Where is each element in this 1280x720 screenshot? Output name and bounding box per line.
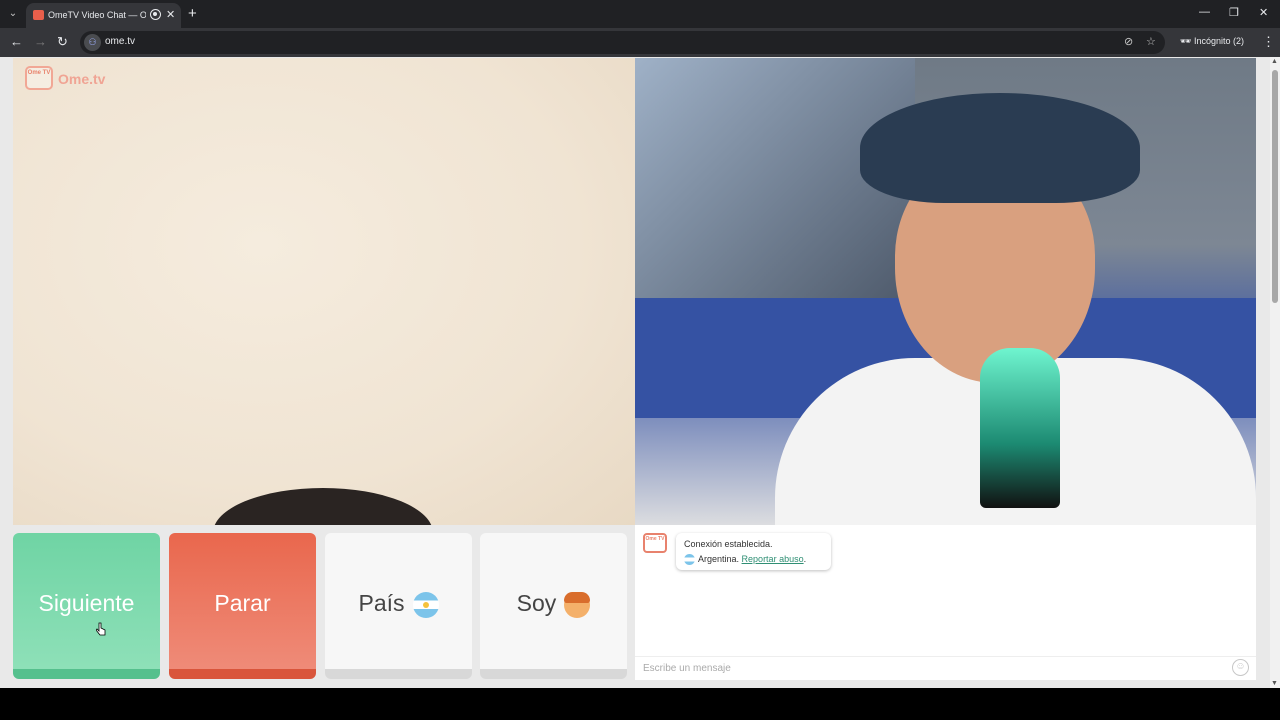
next-button[interactable]: Siguiente bbox=[13, 533, 160, 679]
stranger-video: Ome TV Ome.tv bbox=[13, 58, 635, 525]
country-button[interactable]: País bbox=[325, 533, 472, 679]
country-button-label: País bbox=[358, 590, 405, 616]
next-button-label: Siguiente bbox=[38, 590, 135, 616]
argentina-mini-flag-icon bbox=[684, 554, 695, 566]
tab-ometv[interactable]: OmeTV Video Chat — Ome ✕ bbox=[26, 3, 181, 28]
stop-button-label: Parar bbox=[214, 590, 271, 616]
scroll-up-icon[interactable]: ▲ bbox=[1271, 58, 1278, 65]
ometv-logo-text: Ome.tv bbox=[58, 71, 106, 87]
boy-face-icon bbox=[564, 591, 591, 618]
own-webcam-video bbox=[635, 58, 1256, 525]
eye-off-icon[interactable]: ⊘ bbox=[1124, 35, 1133, 48]
forward-arrow-icon[interactable]: → bbox=[34, 34, 47, 49]
headphones-cap-visual bbox=[860, 93, 1140, 203]
new-tab-button[interactable]: + bbox=[188, 5, 197, 22]
partner-country-line: Argentina. Reportar abuso. bbox=[684, 554, 807, 566]
microphone-visual bbox=[980, 348, 1060, 508]
incognito-label: Incógnito (2) bbox=[1193, 36, 1244, 46]
ometv-favicon-icon bbox=[33, 10, 44, 20]
gender-button-label: Soy bbox=[516, 590, 557, 616]
browser-toolbar: ← → ↻ ⚇ ome.tv ⊘ ☆ 🕶 Incógnito (2) ⋮ bbox=[0, 28, 1280, 57]
browser-menu-icon[interactable]: ⋮ bbox=[1262, 34, 1275, 50]
reload-icon[interactable]: ↻ bbox=[57, 34, 68, 50]
system-message: Conexión establecida. Argentina. Reporta… bbox=[676, 533, 831, 570]
report-abuse-link[interactable]: Reportar abuso bbox=[742, 554, 804, 564]
gender-button[interactable]: Soy bbox=[480, 533, 627, 679]
incognito-indicator[interactable]: 🕶 Incógnito (2) bbox=[1180, 36, 1244, 47]
minimize-icon[interactable]: — bbox=[1199, 6, 1210, 18]
tab-search-icon[interactable]: ⌄ bbox=[4, 5, 22, 23]
message-input[interactable] bbox=[635, 656, 1256, 680]
recording-icon bbox=[150, 9, 161, 20]
ometv-logo-icon: Ome TV bbox=[25, 66, 53, 90]
tab-title: OmeTV Video Chat — Ome bbox=[48, 10, 146, 20]
chat-ometv-logo-icon: Ome TV bbox=[643, 533, 667, 553]
site-info-icon[interactable]: ⚇ bbox=[84, 34, 101, 51]
scroll-down-icon[interactable]: ▼ bbox=[1271, 680, 1278, 687]
url-text: ome.tv bbox=[105, 36, 136, 47]
connection-status: Conexión establecida. bbox=[684, 539, 773, 549]
stranger-hair-visual bbox=[213, 488, 433, 525]
back-arrow-icon[interactable]: ← bbox=[10, 34, 23, 49]
browser-window: ⌄ OmeTV Video Chat — Ome ✕ + — ❐ ✕ ← → ↻… bbox=[0, 0, 1280, 688]
address-bar[interactable]: ⚇ ome.tv ⊘ ☆ bbox=[80, 31, 1165, 54]
restore-icon[interactable]: ❐ bbox=[1229, 6, 1239, 19]
partner-country: Argentina. bbox=[698, 554, 740, 564]
smiley-icon[interactable]: ☺ bbox=[1232, 659, 1249, 676]
star-bookmark-icon[interactable]: ☆ bbox=[1146, 35, 1156, 48]
chat-panel: Ome TV Conexión establecida. Argentina. … bbox=[635, 525, 1256, 680]
tab-strip: ⌄ OmeTV Video Chat — Ome ✕ + — ❐ ✕ bbox=[0, 0, 1280, 28]
stop-button[interactable]: Parar bbox=[169, 533, 316, 679]
tab-close-icon[interactable]: ✕ bbox=[166, 8, 175, 21]
argentina-flag-icon bbox=[412, 591, 439, 618]
mouse-cursor-icon bbox=[96, 622, 106, 636]
close-window-icon[interactable]: ✕ bbox=[1259, 6, 1268, 19]
page-scrollbar[interactable]: ▲ ▼ bbox=[1270, 57, 1280, 688]
scrollbar-thumb[interactable] bbox=[1272, 70, 1278, 303]
ometv-page: Ome TV Ome.tv Siguiente Parar País Soy O… bbox=[0, 57, 1270, 688]
report-suffix: . bbox=[803, 554, 807, 564]
incognito-icon: 🕶 bbox=[1180, 36, 1192, 46]
